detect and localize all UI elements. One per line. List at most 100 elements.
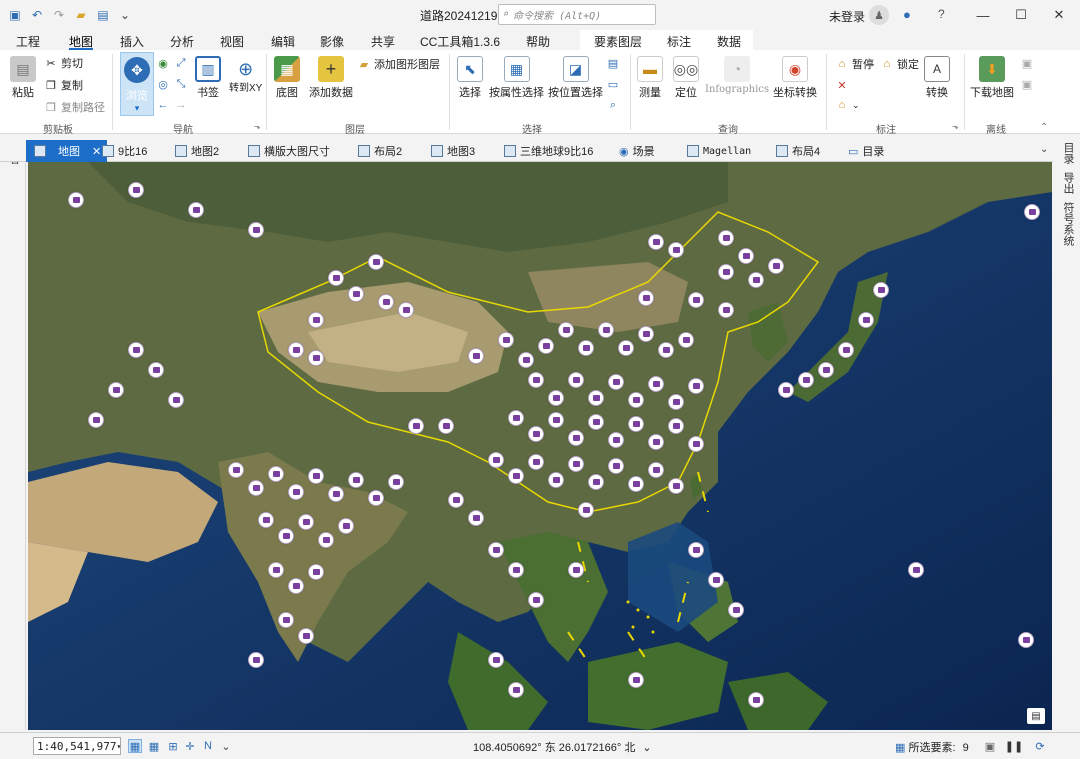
poi-marker[interactable] [648,462,664,478]
poi-marker[interactable] [668,418,684,434]
tab-doc-layout2[interactable]: 布局2 [358,140,402,162]
poi-marker[interactable] [1024,204,1040,220]
poi-marker[interactable] [188,202,204,218]
tab-doc-globe[interactable]: 三维地球9比16 [504,140,593,162]
more-labels-button[interactable]: ⌂ ⌄ [835,98,860,112]
poi-marker[interactable] [288,578,304,594]
measure-button[interactable]: ▬ 测量 [637,56,663,100]
poi-marker[interactable] [688,542,704,558]
poi-marker[interactable] [688,436,704,452]
poi-marker[interactable] [528,454,544,470]
poi-marker[interactable] [668,242,684,258]
fixed-zoom-out-button[interactable]: ⤡ [174,77,188,91]
go-to-xy-button[interactable]: ⊕ 转到XY [229,56,262,94]
poi-marker[interactable] [488,652,504,668]
tab-doc-layout[interactable]: 9比16 [102,140,147,162]
poi-marker[interactable] [568,456,584,472]
locate-button[interactable]: ◎◎ 定位 [673,56,699,100]
add-graphics-layer-button[interactable]: ▰ 添加图形图层 [357,56,440,72]
scale-selector[interactable]: 1:40,541,977 ▾ [33,737,121,755]
tab-doc-catalog[interactable]: ▭ 目录 [848,140,884,162]
poi-marker[interactable] [688,378,704,394]
poi-marker[interactable] [798,372,814,388]
poi-marker[interactable] [388,474,404,490]
tab-edit[interactable]: 编辑 [271,33,295,50]
poi-marker[interactable] [288,484,304,500]
customize-icon[interactable]: ⌄ [116,6,134,24]
grid-toggle-icon[interactable]: ▣ [983,739,997,753]
tab-project[interactable]: 工程 [16,33,40,50]
remove-offline-button[interactable]: ▣ [1020,77,1034,91]
poi-marker[interactable] [588,474,604,490]
download-map-button[interactable]: ⬇ 下载地图 [970,56,1014,100]
poi-marker[interactable] [298,628,314,644]
paste-button[interactable]: ▤ 粘贴 [10,56,36,100]
layout-icon[interactable]: ▤ [94,6,112,24]
list-icon[interactable]: ▤ [1027,708,1045,724]
tab-analysis[interactable]: 分析 [170,33,194,50]
chevron-down-icon[interactable]: ⌄ [642,742,651,754]
poi-marker[interactable] [548,412,564,428]
open-folder-icon[interactable]: ▰ [72,6,90,24]
poi-marker[interactable] [248,222,264,238]
poi-marker[interactable] [318,532,334,548]
pause-labels-button[interactable]: ⌂ 暂停 [835,56,874,72]
tab-insert[interactable]: 插入 [120,33,144,50]
north-arrow-icon[interactable]: N [201,739,215,753]
snapping-icon[interactable]: ⊞ [166,739,180,753]
poi-marker[interactable] [88,412,104,428]
attributes-button[interactable]: ▤ [606,56,620,70]
poi-marker[interactable] [68,192,84,208]
poi-marker[interactable] [568,562,584,578]
launcher-icon[interactable]: ⬎ [254,122,261,131]
signin-label[interactable]: 未登录 [829,8,865,25]
clear-selection-button[interactable]: ▭ [606,77,620,91]
sync-button[interactable]: ▣ [1020,56,1034,70]
help-button[interactable]: ? [938,7,945,21]
crosshair-icon[interactable]: ✛ [183,739,197,753]
poi-marker[interactable] [608,458,624,474]
poi-marker[interactable] [668,394,684,410]
poi-marker[interactable] [608,432,624,448]
poi-marker[interactable] [728,602,744,618]
poi-marker[interactable] [598,322,614,338]
maximize-button[interactable]: ☐ [1008,3,1034,27]
tab-doc-map[interactable]: 地图 ✕ [26,140,108,162]
poi-marker[interactable] [658,342,674,358]
poi-marker[interactable] [338,518,354,534]
catalog-tab[interactable]: 目录 [1060,142,1076,164]
add-data-button[interactable]: + 添加数据 [309,56,353,100]
close-icon[interactable]: ✕ [92,145,101,158]
poi-marker[interactable] [248,480,264,496]
poi-marker[interactable] [568,430,584,446]
lock-labels-button[interactable]: ⌂ 锁定 [880,56,919,72]
tab-imagery[interactable]: 影像 [320,33,344,50]
poi-marker[interactable] [168,392,184,408]
poi-marker[interactable] [578,502,594,518]
poi-marker[interactable] [578,340,594,356]
notification-icon[interactable]: ● [903,7,911,22]
coordinate-convert-button[interactable]: ◉ 坐标转换 [773,56,817,100]
contents-pane-collapsed[interactable]: 内容 [0,140,26,730]
redo-icon[interactable]: ↷ [50,6,68,24]
poi-marker[interactable] [588,390,604,406]
poi-marker[interactable] [248,652,264,668]
poi-marker[interactable] [628,476,644,492]
poi-marker[interactable] [528,372,544,388]
poi-marker[interactable] [768,258,784,274]
poi-marker[interactable] [488,542,504,558]
poi-marker[interactable] [638,326,654,342]
poi-marker[interactable] [518,352,534,368]
poi-marker[interactable] [258,512,274,528]
poi-marker[interactable] [688,292,704,308]
poi-marker[interactable] [308,564,324,580]
poi-marker[interactable] [128,342,144,358]
poi-marker[interactable] [378,294,394,310]
bookmarks-button[interactable]: ▥ 书签 [195,56,221,100]
poi-marker[interactable] [568,372,584,388]
poi-marker[interactable] [308,468,324,484]
poi-marker[interactable] [288,342,304,358]
poi-marker[interactable] [708,572,724,588]
next-extent-button[interactable]: → [174,98,188,112]
poi-marker[interactable] [438,418,454,434]
